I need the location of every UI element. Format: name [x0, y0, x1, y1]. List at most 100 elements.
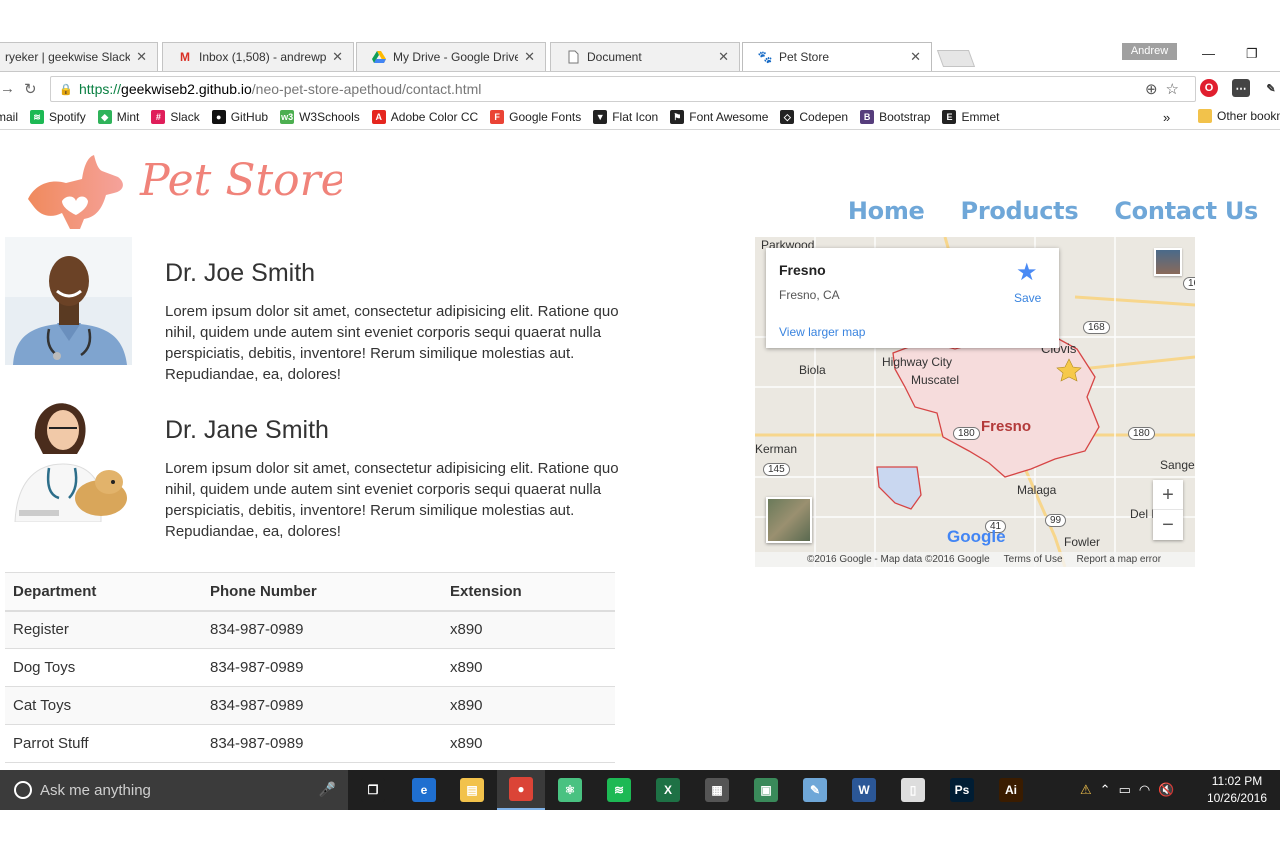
bookmark-slack[interactable]: # Slack: [151, 110, 200, 124]
nav-contact-us[interactable]: Contact Us: [1114, 197, 1258, 225]
taskbar-excel[interactable]: X: [644, 770, 692, 810]
map-save-button[interactable]: Save: [1014, 291, 1041, 305]
bookmark-codepen[interactable]: ◇ Codepen: [780, 110, 848, 124]
emmet-icon: E: [942, 110, 957, 124]
tab-label: Pet Store: [779, 50, 830, 64]
close-icon[interactable]: ✕: [136, 49, 147, 65]
bookmark-spotify[interactable]: ≋ Spotify: [30, 110, 86, 124]
terms-of-use-link[interactable]: Terms of Use: [1004, 554, 1063, 565]
bookmark-bootstrap[interactable]: B Bootstrap: [860, 110, 930, 124]
clock-date: 10/26/2016: [1206, 791, 1268, 805]
cortana-search[interactable]: Ask me anything 🎤: [0, 770, 348, 810]
zoom-icon[interactable]: ⊕: [1145, 81, 1166, 98]
save-star-icon[interactable]: ★: [1016, 258, 1038, 287]
bookmark-font-awesome[interactable]: ⚑ Font Awesome: [670, 110, 768, 124]
word-icon: W: [852, 778, 876, 802]
phone-cell: 834-987-0989: [202, 724, 442, 763]
site-logo[interactable]: Pet Store: [22, 143, 342, 233]
taskbar-task-view[interactable]: ❐: [349, 770, 397, 810]
bookmark-google-fonts[interactable]: F Google Fonts: [490, 110, 581, 124]
address-bar[interactable]: 🔒 https://geekwiseb2.github.io/neo-pet-s…: [50, 76, 1196, 102]
bookmark-adobe-color-cc[interactable]: A Adobe Color CC: [371, 110, 478, 124]
close-icon[interactable]: ✕: [332, 49, 343, 65]
illustrator-icon: Ai: [999, 778, 1023, 802]
taskbar-notepad[interactable]: ✎: [791, 770, 839, 810]
tab-pet-store[interactable]: 🐾 Pet Store ✕: [742, 42, 932, 71]
bookmark-label: W3Schools: [299, 110, 360, 124]
google-map[interactable]: Parkwood Highway City Muscatel Clovis Bi…: [755, 237, 1195, 567]
bookmark-mint[interactable]: ◆ Mint: [97, 110, 139, 124]
zoom-in-button[interactable]: +: [1153, 480, 1183, 510]
chevron-up-icon[interactable]: ⌃: [1100, 782, 1111, 798]
table-header: Department: [5, 572, 202, 612]
warning-icon[interactable]: ⚠: [1080, 782, 1092, 798]
forward-icon[interactable]: →: [0, 80, 15, 97]
clock-time: 11:02 PM: [1211, 774, 1263, 788]
taskbar-clock[interactable]: 11:02 PM 10/26/2016: [1202, 773, 1272, 807]
page-content: Pet Store Home Products Contact Us Dr. J…: [0, 131, 1280, 770]
zoom-out-button[interactable]: −: [1153, 510, 1183, 540]
close-icon[interactable]: ✕: [910, 49, 921, 65]
taskbar-file[interactable]: ▯: [889, 770, 937, 810]
microphone-icon[interactable]: 🎤: [319, 781, 336, 798]
taskbar-atom[interactable]: ⚛: [546, 770, 594, 810]
bookmark-mail[interactable]: Mmail: [0, 110, 18, 124]
tab-gmail[interactable]: M Inbox (1,508) - andrewpe ✕: [162, 42, 354, 71]
taskbar-photoshop[interactable]: Ps: [938, 770, 986, 810]
taskbar-illustrator[interactable]: Ai: [987, 770, 1035, 810]
bookmark-label: Emmet: [961, 110, 1000, 124]
doctor-name: Dr. Joe Smith: [165, 259, 316, 287]
tab-google-drive[interactable]: My Drive - Google Drive ✕: [356, 42, 546, 71]
table-header: Phone Number: [202, 572, 442, 612]
other-bookmarks-folder[interactable]: Other bookm: [1198, 109, 1280, 123]
new-tab-button[interactable]: [936, 50, 976, 67]
satellite-toggle[interactable]: [766, 497, 812, 543]
battery-icon[interactable]: ▭: [1119, 782, 1131, 798]
volume-muted-icon[interactable]: 🔇: [1158, 782, 1174, 798]
bookmark-w3schools[interactable]: w3 W3Schools: [280, 110, 360, 124]
extension-cell: x890: [442, 648, 615, 687]
profile-button[interactable]: Andrew: [1122, 43, 1177, 60]
nav-home[interactable]: Home: [848, 197, 925, 225]
bookmark-emmet[interactable]: E Emmet: [942, 110, 1000, 124]
tab-slack[interactable]: ryeker | geekwise Slack ✕: [0, 42, 158, 71]
bookmarks-overflow-button[interactable]: »: [1163, 110, 1170, 125]
tab-document[interactable]: Document ✕: [550, 42, 740, 71]
bookmark-github[interactable]: ● GitHub: [211, 110, 269, 124]
user-avatar[interactable]: [1154, 248, 1182, 276]
bookmark-label: GitHub: [230, 110, 269, 124]
nav-products[interactable]: Products: [961, 197, 1079, 225]
map-place-label: Malaga: [1017, 483, 1057, 497]
bookmark-label: Flat Icon: [612, 110, 659, 124]
doctor-bio: Lorem ipsum dolor sit amet, consectetur …: [165, 460, 619, 540]
bookmark-label: Codepen: [799, 110, 849, 124]
bookmark-flat-icon[interactable]: ▼ Flat Icon: [593, 110, 658, 124]
taskbar-chrome[interactable]: ●: [497, 770, 545, 810]
close-icon[interactable]: ✕: [718, 49, 729, 65]
taskbar-calculator[interactable]: ▦: [693, 770, 741, 810]
system-tray: ⚠ ⌃ ▭ ◠ 🔇: [1080, 770, 1174, 810]
notepad-icon: ✎: [803, 778, 827, 802]
minimize-icon[interactable]: —: [1202, 46, 1215, 61]
taskbar-spotify[interactable]: ≋: [595, 770, 643, 810]
bookmark-label: Google Fonts: [509, 110, 582, 124]
font-awesome-icon: ⚑: [670, 110, 685, 124]
wifi-icon[interactable]: ◠: [1139, 782, 1150, 798]
bookmark-star-icon[interactable]: ☆: [1166, 81, 1187, 98]
tab-label: My Drive - Google Drive: [393, 50, 519, 64]
taskbar-store[interactable]: ▣: [742, 770, 790, 810]
url-host: geekwiseb2.github.io: [121, 81, 252, 97]
view-larger-map-link[interactable]: View larger map: [779, 325, 865, 339]
close-icon[interactable]: ✕: [524, 49, 535, 65]
taskbar-word[interactable]: W: [840, 770, 888, 810]
eyedropper-icon[interactable]: ✎: [1262, 79, 1280, 97]
doctor-photo: [5, 394, 132, 522]
report-map-error-link[interactable]: Report a map error: [1077, 554, 1161, 565]
taskbar-file-explorer[interactable]: ▤: [448, 770, 496, 810]
reload-icon[interactable]: ↻: [24, 80, 37, 98]
opera-extension-icon[interactable]: O: [1200, 79, 1218, 97]
taskbar-edge[interactable]: e: [400, 770, 448, 810]
maximize-icon[interactable]: ❐: [1246, 46, 1258, 62]
extension-icon[interactable]: ⋯: [1232, 79, 1250, 97]
edge-icon: e: [412, 778, 436, 802]
